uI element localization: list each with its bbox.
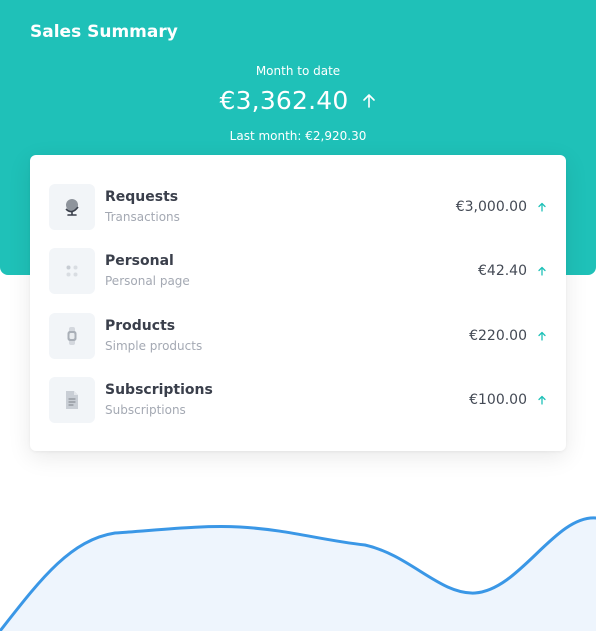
- item-amount: €42.40: [478, 263, 527, 279]
- month-to-date-label: Month to date: [255, 64, 341, 78]
- item-name: Requests: [105, 189, 179, 205]
- item-subtitle: Personal page: [105, 274, 190, 288]
- arrow-up-icon: [537, 331, 547, 341]
- list-item-requests[interactable]: Requests Transactions €3,000.00: [49, 183, 547, 231]
- item-name: Subscriptions: [105, 382, 213, 398]
- item-name: Personal: [105, 253, 174, 269]
- month-to-date-row: €3,362.40: [0, 86, 596, 115]
- globe-icon: [49, 184, 95, 230]
- list-item-text: Subscriptions Subscriptions: [105, 381, 469, 419]
- arrow-up-icon: [537, 202, 547, 212]
- sales-breakdown-card: Requests Transactions €3,000.00 Personal…: [30, 155, 566, 451]
- watch-icon: [49, 313, 95, 359]
- item-name: Products: [105, 318, 176, 334]
- item-amount: €100.00: [469, 392, 527, 408]
- arrow-up-icon: [361, 93, 377, 109]
- list-item-personal[interactable]: Personal Personal page €42.40: [49, 247, 547, 295]
- arrow-up-icon: [537, 266, 547, 276]
- item-amount: €220.00: [469, 328, 527, 344]
- item-amount: €3,000.00: [455, 199, 527, 215]
- list-item-subscriptions[interactable]: Subscriptions Subscriptions €100.00: [49, 376, 547, 424]
- list-item-text: Personal Personal page: [105, 252, 478, 290]
- arrow-up-icon: [537, 395, 547, 405]
- list-item-text: Products Simple products: [105, 317, 469, 355]
- item-subtitle: Transactions: [105, 210, 180, 224]
- sales-trend-wave: [0, 516, 596, 631]
- page-title: Sales Summary: [30, 22, 178, 42]
- item-subtitle: Subscriptions: [105, 403, 186, 417]
- item-subtitle: Simple products: [105, 339, 203, 353]
- last-month-text: Last month: €2,920.30: [229, 129, 367, 143]
- list-item-text: Requests Transactions: [105, 188, 456, 226]
- dots-grid-icon: [49, 248, 95, 294]
- month-to-date-value: €3,362.40: [219, 86, 349, 115]
- document-icon: [49, 377, 95, 423]
- list-item-products[interactable]: Products Simple products €220.00: [49, 312, 547, 360]
